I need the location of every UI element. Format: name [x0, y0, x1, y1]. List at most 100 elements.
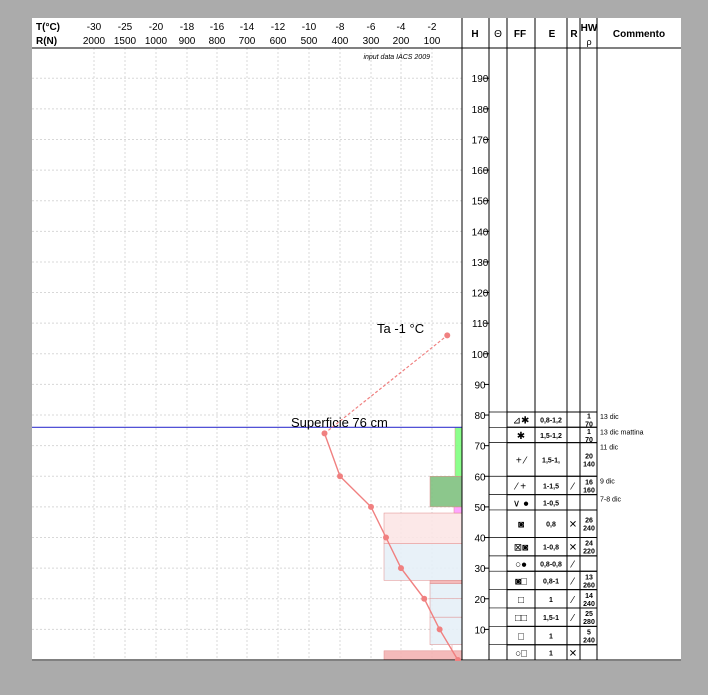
height-tick-label: 150 [472, 197, 489, 208]
comment-text: 13 dic [600, 414, 619, 421]
snow-profile-chart: -30 -25 -20 -18 -16 -14 -12 -10 -8 -6 -4 -2 2000 1500… [32, 18, 681, 661]
header-ff: FF [514, 29, 526, 40]
wetness-symbol: ⁄ [569, 613, 575, 624]
chart-svg: -30 -25 -20 -18 -16 -14 -12 -10 -8 -6 -4 -22000 1500… [32, 18, 681, 661]
grain-size-value: 1-1,5 [543, 483, 559, 490]
density-value: 260 [583, 582, 595, 589]
resistance-tick-label: 300 [363, 36, 380, 47]
height-tick-label: 120 [472, 289, 489, 300]
density-value: 240 [583, 638, 595, 645]
grain-form-symbol: ◙ [518, 520, 524, 531]
density-value: 280 [583, 619, 595, 626]
grain-size-value: 1,5-1, [542, 457, 560, 464]
wetness-symbol: ⁄ [569, 576, 575, 587]
header-comment: Commento [613, 29, 665, 40]
grain-form-symbol: ⊠◙ [514, 543, 528, 554]
hw-value: 16 [585, 479, 593, 486]
height-tick-label: 50 [474, 503, 486, 514]
temperature-tick-label: -16 [210, 22, 225, 33]
temperature-tick-label: -18 [180, 22, 195, 33]
temperature-point [398, 565, 404, 572]
wetness-symbol: ⁄ [569, 481, 575, 492]
resistance-tick-label: 1500 [114, 36, 137, 47]
resistance-tick-label: 800 [209, 36, 226, 47]
wetness-symbol: ⁄ [569, 560, 575, 571]
header-hw: HW [581, 23, 598, 34]
height-tick-label: 110 [472, 319, 488, 330]
hardness-layer [429, 583, 463, 600]
hardness-layer [429, 598, 463, 618]
hw-value: 14 [585, 593, 593, 600]
temperature-tick-label: -14 [240, 22, 255, 33]
header-theta: Θ [494, 29, 502, 40]
grain-form-symbol: ⊿✱ [513, 416, 530, 427]
header-e: E [549, 29, 556, 40]
grain-size-value: 0,8-1,2 [540, 418, 562, 425]
temperature-tick-label: -6 [367, 22, 376, 33]
grain-size-value: 0,8-0,8 [540, 562, 562, 569]
hardness-layer [429, 476, 463, 508]
height-tick-label: 160 [472, 166, 489, 177]
height-tick-label: 40 [474, 534, 486, 545]
hw-value: 20 [585, 453, 593, 460]
grain-size-value: 1,5-1 [543, 615, 559, 622]
temperature-point [368, 503, 374, 510]
resistance-tick-label: 2000 [83, 36, 106, 47]
grain-form-symbol: ◙□ [515, 576, 527, 587]
density-value: 140 [583, 461, 595, 468]
hardness-layer [383, 543, 463, 581]
resistance-tick-label: 1000 [145, 36, 168, 47]
resistance-tick-label: 400 [332, 36, 349, 47]
temperature-tick-label: -2 [428, 22, 437, 33]
wetness-symbol: ✕ [569, 648, 577, 659]
height-tick-label: 140 [472, 227, 489, 238]
grain-size-value: 1 [549, 597, 553, 604]
grain-form-symbol: ○□ [515, 648, 527, 659]
grain-size-value: 1 [549, 634, 553, 641]
hardness-layers [383, 427, 463, 661]
comment-text: 9 dic [600, 478, 615, 485]
surface-label: Superficie 76 cm [291, 415, 388, 430]
grain-size-value: 0,8 [546, 522, 556, 529]
wetness-symbol: ✕ [569, 520, 577, 531]
hardness-layer [429, 580, 463, 584]
stratigraphy-table: 1020304050607080901001101201301401501601… [472, 18, 644, 661]
density-value: 220 [583, 549, 595, 556]
grain-form-symbol: ∨ ● [513, 498, 529, 509]
temperature-tick-label: -10 [302, 22, 317, 33]
grain-size-value: 1 [549, 650, 553, 657]
grain-size-value: 1,5-1,2 [540, 433, 562, 440]
height-tick-label: 90 [474, 380, 486, 391]
air-temperature-label: Ta -1 °C [377, 321, 424, 336]
hw-value: 26 [585, 518, 593, 525]
height-tick-label: 170 [472, 135, 489, 146]
resistance-tick-label: 200 [393, 36, 410, 47]
temperature-point [421, 595, 428, 602]
density-value: 240 [583, 601, 595, 608]
temperature-tick-label: -8 [336, 22, 345, 33]
height-tick-label: 180 [472, 105, 489, 116]
height-tick-label: 60 [474, 472, 486, 483]
comment-text: 7-8 dic [600, 497, 622, 504]
r-axis-label: R(N) [36, 36, 57, 47]
grain-size-value: 0,8-1 [543, 578, 559, 585]
grain-form-symbol: ○● [515, 560, 527, 571]
grain-form-symbol: + ⁄ [516, 455, 528, 466]
t-axis-label: T(°C) [36, 22, 60, 33]
height-tick-label: 190 [472, 74, 489, 85]
hardness-layer [453, 506, 463, 514]
height-tick-label: 10 [474, 625, 486, 636]
height-tick-label: 130 [472, 258, 489, 269]
axes: -30 -25 -20 -18 -16 -14 -12 -10 -8 -6 -4 -22000 1500… [32, 18, 681, 661]
temperature-tick-label: -30 [87, 22, 102, 33]
temperature-tick-label: -4 [397, 22, 406, 33]
density-value: 240 [583, 526, 595, 533]
density-value: 160 [583, 487, 595, 494]
grain-size-value: 1-0,8 [543, 545, 559, 552]
hw-value: 5 [587, 630, 591, 637]
grain-form-symbol: ⁄ + [513, 481, 526, 492]
wetness-symbol: ✕ [569, 543, 577, 554]
hw-value: 13 [585, 574, 593, 581]
temperature-tick-label: -12 [271, 22, 286, 33]
hardness-layer [383, 650, 463, 661]
